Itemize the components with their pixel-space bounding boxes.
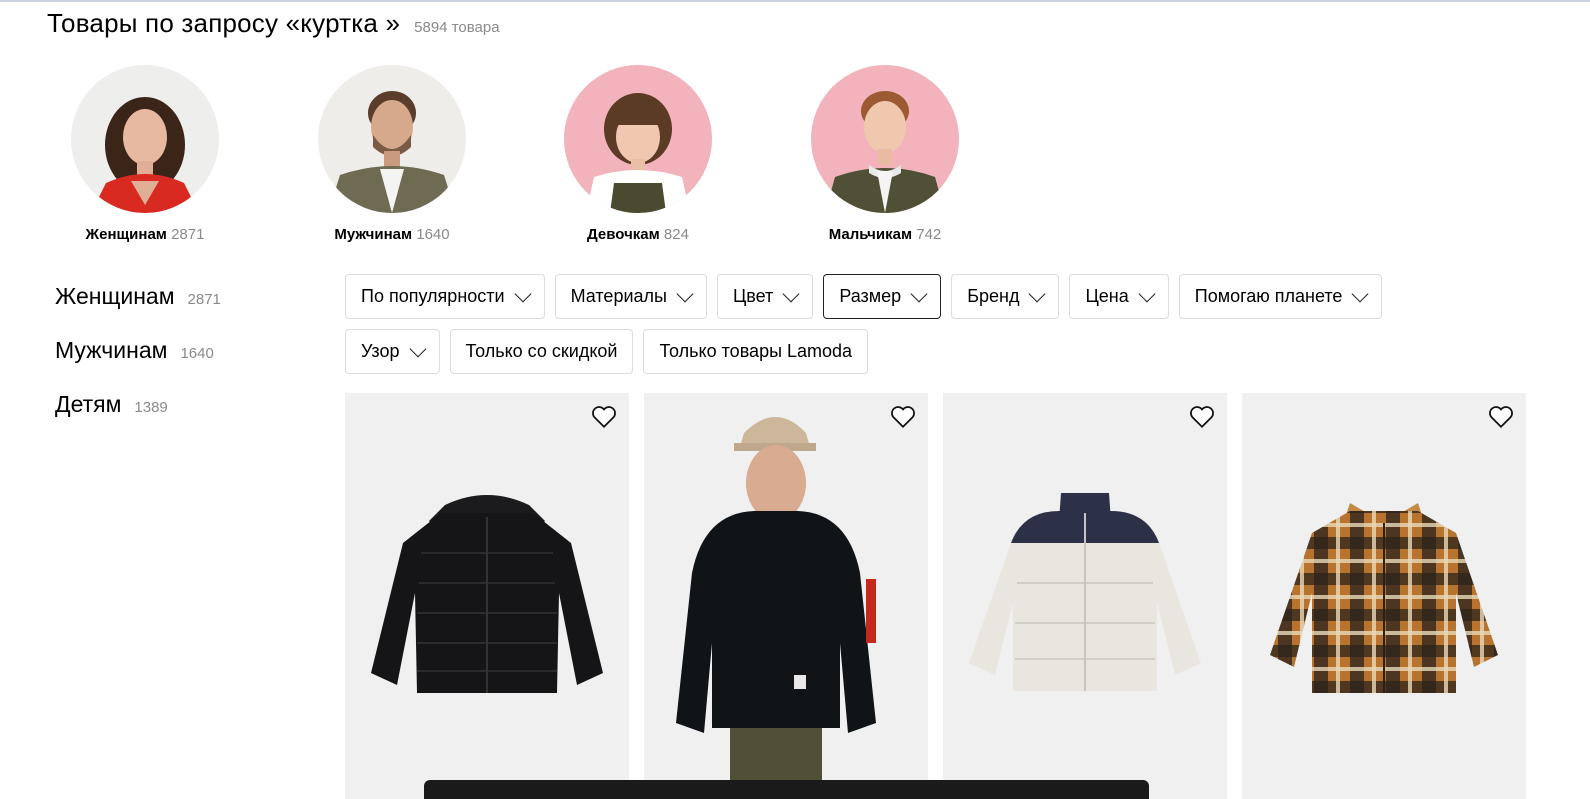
sidebar-item-count: 1640 xyxy=(180,345,214,362)
chevron-down-icon xyxy=(676,285,694,302)
toggle-lamoda-only[interactable]: Только товары Lamoda xyxy=(643,329,869,374)
toggle-discount-only[interactable]: Только со скидкой xyxy=(449,329,634,374)
heart-icon[interactable] xyxy=(1189,405,1215,429)
chevron-down-icon xyxy=(910,285,928,302)
sidebar-item-men[interactable]: Мужчинам 1640 xyxy=(55,337,221,391)
product-image-man-jacket xyxy=(676,417,876,799)
filter-brand[interactable]: Бренд xyxy=(951,274,1060,319)
chevron-down-icon xyxy=(514,285,532,302)
filter-materials[interactable]: Материалы xyxy=(554,274,707,319)
category-women-label: Женщинам 2871 xyxy=(85,226,205,243)
chevron-down-icon xyxy=(1028,285,1046,302)
product-image-plaid-shirt xyxy=(1270,503,1498,693)
filter-pattern[interactable]: Узор xyxy=(345,329,440,374)
heart-icon[interactable] xyxy=(1488,405,1514,429)
sidebar: Женщинам 2871 Мужчинам 1640 Детям 1389 xyxy=(55,283,221,445)
sort-label: По популярности xyxy=(361,286,505,306)
category-girls[interactable]: Девочкам 824 xyxy=(528,65,748,243)
filter-label: Помогаю планете xyxy=(1194,286,1343,306)
page-header: Товары по запросу «куртка » 5894 товара xyxy=(47,8,500,39)
chevron-down-icon xyxy=(409,340,426,357)
category-boys-image xyxy=(811,65,959,213)
sidebar-item-label: Детям xyxy=(55,391,122,417)
category-women[interactable]: Женщинам 2871 xyxy=(35,65,255,243)
category-carousel: Женщинам 2871 Мужчинам 1640 Девочкам 824… xyxy=(0,65,1000,250)
product-card[interactable] xyxy=(644,393,928,799)
results-count: 5894 товара xyxy=(414,19,500,36)
filter-price[interactable]: Цена xyxy=(1069,274,1169,319)
sidebar-item-women[interactable]: Женщинам 2871 xyxy=(55,283,221,337)
category-men[interactable]: Мужчинам 1640 xyxy=(282,65,502,243)
filter-label: Цвет xyxy=(732,286,774,306)
filter-label: Только товары Lamoda xyxy=(659,341,853,361)
sidebar-item-label: Мужчинам xyxy=(55,337,168,363)
heart-icon[interactable] xyxy=(591,405,617,429)
sidebar-item-count: 2871 xyxy=(187,291,221,308)
filter-label: Бренд xyxy=(967,286,1020,306)
filter-color[interactable]: Цвет xyxy=(716,274,814,319)
product-image-white-puffer xyxy=(969,493,1201,691)
product-grid xyxy=(345,393,1526,799)
product-card[interactable] xyxy=(1242,393,1526,799)
category-men-label: Мужчинам 1640 xyxy=(334,226,450,243)
filter-label: Только со скидкой xyxy=(465,341,618,361)
category-women-image xyxy=(71,65,219,213)
filter-label: Узор xyxy=(361,341,400,361)
top-border xyxy=(0,0,1590,2)
heart-icon[interactable] xyxy=(890,405,916,429)
category-boys-label: Мальчикам 742 xyxy=(828,226,942,243)
category-boys[interactable]: Мальчикам 742 xyxy=(775,65,995,243)
filter-bar: По популярности Материалы Цвет Размер Бр… xyxy=(345,274,1525,384)
sidebar-item-kids[interactable]: Детям 1389 xyxy=(55,391,221,445)
category-girls-label: Девочкам 824 xyxy=(587,226,689,243)
page-title: Товары по запросу «куртка » xyxy=(47,8,401,38)
category-men-image xyxy=(318,65,466,213)
product-image-black-puffer xyxy=(371,495,603,693)
sort-dropdown[interactable]: По популярности xyxy=(345,274,545,319)
chevron-down-icon xyxy=(1351,285,1369,302)
product-card[interactable] xyxy=(943,393,1227,799)
chevron-down-icon xyxy=(1138,285,1156,302)
filter-label: Материалы xyxy=(570,286,667,306)
sidebar-item-count: 1389 xyxy=(134,399,168,416)
filter-eco[interactable]: Помогаю планете xyxy=(1178,274,1383,319)
filter-label: Размер xyxy=(839,286,902,306)
filter-label: Цена xyxy=(1085,286,1129,306)
category-girls-image xyxy=(564,65,712,213)
product-card[interactable] xyxy=(345,393,629,799)
chevron-down-icon xyxy=(782,285,800,302)
filter-size[interactable]: Размер xyxy=(823,274,942,319)
sidebar-item-label: Женщинам xyxy=(55,283,175,309)
horizontal-scrollbar[interactable] xyxy=(424,780,1149,799)
